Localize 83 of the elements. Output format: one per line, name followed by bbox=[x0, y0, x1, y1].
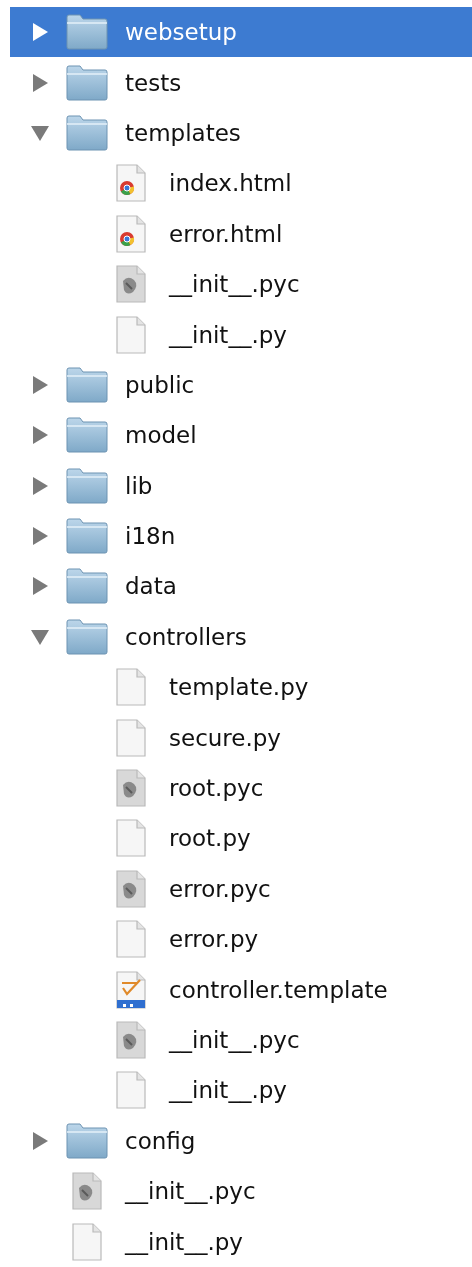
file-name: root.py bbox=[169, 825, 251, 852]
folder-name: lib bbox=[125, 472, 153, 499]
folder-name: i18n bbox=[125, 523, 176, 550]
tree-row[interactable]: index.html bbox=[10, 158, 472, 209]
file-name: error.py bbox=[169, 926, 259, 953]
tree-row[interactable]: config bbox=[10, 1115, 472, 1166]
folder-icon bbox=[66, 366, 108, 403]
tree-row[interactable]: error.pyc bbox=[10, 863, 472, 915]
folder-name: config bbox=[125, 1127, 196, 1154]
expand-triangle-icon[interactable] bbox=[30, 425, 50, 446]
folder-icon bbox=[66, 114, 108, 151]
folder-name: model bbox=[125, 422, 197, 449]
file-name: __init__.pyc bbox=[169, 271, 300, 298]
tree-row[interactable]: __init__.py bbox=[10, 309, 472, 360]
file-name: error.pyc bbox=[169, 875, 271, 902]
browser-file-icon bbox=[116, 164, 146, 203]
file-icon bbox=[116, 920, 146, 959]
tree-row[interactable]: data bbox=[10, 561, 472, 612]
tree-row[interactable]: __init__.py bbox=[10, 1065, 472, 1116]
compiled-file-icon bbox=[116, 869, 146, 908]
tree-row[interactable]: error.py bbox=[10, 914, 472, 965]
compiled-file-icon bbox=[116, 265, 146, 304]
expand-triangle-icon[interactable] bbox=[30, 22, 50, 43]
folder-name: websetup bbox=[125, 19, 237, 46]
folder-icon bbox=[66, 467, 108, 504]
compiled-file-icon bbox=[72, 1172, 102, 1211]
file-name: __init__.py bbox=[169, 321, 287, 348]
compiled-file-icon bbox=[116, 769, 146, 808]
tree-row[interactable]: __init__.pyc bbox=[10, 1014, 472, 1066]
tree-row[interactable]: root.pyc bbox=[10, 762, 472, 814]
file-name: __init__.pyc bbox=[125, 1178, 256, 1205]
tree-row[interactable]: tests bbox=[10, 57, 472, 108]
tree-row[interactable]: public bbox=[10, 359, 472, 411]
tree-row[interactable]: error.html bbox=[10, 208, 472, 259]
tree-row[interactable]: templates bbox=[10, 107, 472, 159]
tree-row[interactable]: i18n bbox=[10, 510, 472, 562]
file-name: secure.py bbox=[169, 724, 281, 751]
expand-triangle-icon[interactable] bbox=[30, 576, 50, 597]
expand-triangle-icon[interactable] bbox=[30, 475, 50, 496]
file-name: controller.template bbox=[169, 976, 388, 1003]
tree-row[interactable]: template.py bbox=[10, 662, 472, 713]
folder-icon bbox=[66, 417, 108, 454]
folder-name: controllers bbox=[125, 623, 247, 650]
folder-name: data bbox=[125, 573, 177, 600]
expand-triangle-icon[interactable] bbox=[30, 1130, 50, 1151]
expand-triangle-icon[interactable] bbox=[30, 72, 50, 93]
tree-row[interactable]: controllers bbox=[10, 611, 472, 663]
folder-icon bbox=[66, 568, 108, 605]
tree-row[interactable]: model bbox=[10, 410, 472, 461]
tree-row[interactable]: lib bbox=[10, 460, 472, 511]
folder-name: public bbox=[125, 371, 195, 398]
tree-row[interactable]: __init__.py bbox=[10, 1216, 472, 1267]
tree-row[interactable]: secure.py bbox=[10, 712, 472, 763]
file-icon bbox=[116, 819, 146, 858]
folder-icon bbox=[66, 1122, 108, 1159]
expand-triangle-icon[interactable] bbox=[30, 374, 50, 395]
file-name: index.html bbox=[169, 170, 292, 197]
file-name: __init__.pyc bbox=[169, 1027, 300, 1053]
file-icon bbox=[116, 315, 146, 354]
folder-name: tests bbox=[125, 69, 182, 96]
file-icon bbox=[116, 668, 146, 707]
file-icon bbox=[116, 718, 146, 757]
file-name: __init__.py bbox=[169, 1077, 287, 1104]
folder-icon bbox=[66, 518, 108, 555]
file-icon bbox=[116, 1071, 146, 1110]
browser-file-icon bbox=[116, 214, 146, 253]
file-name: __init__.py bbox=[125, 1228, 243, 1255]
tree-row[interactable]: __init__.pyc bbox=[10, 1166, 472, 1217]
file-name: template.py bbox=[169, 674, 309, 701]
file-name: root.pyc bbox=[169, 775, 264, 802]
tree-row[interactable]: controller.template bbox=[10, 964, 472, 1015]
tree-row[interactable]: __init__.pyc bbox=[10, 258, 472, 310]
expand-triangle-icon[interactable] bbox=[30, 526, 50, 547]
folder-icon bbox=[66, 14, 108, 51]
folder-icon bbox=[66, 618, 108, 655]
file-name: error.html bbox=[169, 220, 283, 247]
folder-icon bbox=[66, 64, 108, 101]
compiled-file-icon bbox=[116, 1021, 146, 1059]
tree-row[interactable]: websetup bbox=[10, 7, 472, 58]
tree-row[interactable]: root.py bbox=[10, 813, 472, 864]
file-icon bbox=[72, 1222, 102, 1261]
folder-name: templates bbox=[125, 119, 241, 146]
template-file-icon bbox=[116, 970, 146, 1009]
